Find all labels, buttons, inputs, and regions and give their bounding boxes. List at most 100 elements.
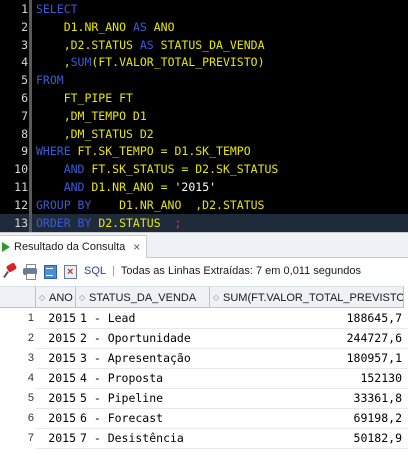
line-number: 11 <box>14 180 28 194</box>
sql-token: , <box>36 55 71 70</box>
gutter-marker <box>29 17 32 36</box>
pin-icon[interactable] <box>2 262 18 279</box>
code-text: ,SUM(FT.VALOR_TOTAL_PREVISTO) <box>36 53 265 71</box>
play-icon <box>2 242 10 252</box>
line-number: 1 <box>21 2 28 16</box>
line-number: 4 <box>21 55 28 70</box>
cell-total[interactable]: 180957,1 <box>212 348 402 368</box>
gutter-marker <box>29 160 32 179</box>
sort-icon[interactable]: ◇ <box>213 294 221 302</box>
sort-icon[interactable]: ◇ <box>39 294 47 302</box>
sql-button[interactable]: SQL <box>84 265 106 277</box>
cell-ano[interactable]: 2015 <box>42 388 76 408</box>
code-text: ORDER BY D2.STATUS ; <box>36 214 181 232</box>
sql-token: FT.SK_TEMPO = D1.SK_TEMPO <box>70 144 251 159</box>
cell-ano[interactable]: 2015 <box>42 348 76 368</box>
sql-token: ANO <box>146 19 175 34</box>
cell-status[interactable]: 5 - Pipeline <box>80 388 208 408</box>
cell-status[interactable]: 1 - Lead <box>80 308 208 328</box>
code-line[interactable]: 1 SELECT <box>0 0 408 18</box>
cell-status[interactable]: 7 - Desistência <box>80 428 208 448</box>
cell-ano[interactable]: 2015 <box>42 408 76 428</box>
cell-total[interactable]: 50182,9 <box>212 428 402 448</box>
cell-ano[interactable]: 2015 <box>42 428 76 448</box>
table-row[interactable]: 1 2015 1 - Lead 188645,7 <box>0 308 408 328</box>
export-icon[interactable] <box>42 263 58 279</box>
code-line[interactable]: 8 ,DM_STATUS D2 <box>0 124 408 143</box>
sql-keyword: SUM <box>70 55 92 70</box>
column-header-ano[interactable]: ◇ ANO <box>36 286 76 308</box>
cell-total[interactable]: 152130 <box>212 368 402 388</box>
cell-ano[interactable]: 2015 <box>42 308 76 328</box>
code-line[interactable]: 13 ORDER BY D2.STATUS ; <box>0 213 408 232</box>
sort-icon[interactable]: ◇ <box>79 294 87 302</box>
sql-editor[interactable]: 1 SELECT 2 D1.NR_ANO AS ANO 3 ,D2.STATUS AS… <box>0 0 408 232</box>
code-text: AND D1.NR_ANO = '2015' <box>36 178 216 196</box>
row-number: 5 <box>27 392 34 404</box>
sql-keyword: ORDER BY <box>36 215 92 230</box>
code-line[interactable]: 7 ,DM_TEMPO D1 <box>0 106 408 125</box>
cell-status[interactable]: 3 - Apresentação <box>80 348 208 368</box>
cell-total[interactable]: 33361,8 <box>212 388 402 408</box>
result-panel: Resultado da Consulta × × SQL | Todas as… <box>0 232 408 455</box>
line-number: 6 <box>21 91 28 105</box>
code-line[interactable]: 4 ,SUM(FT.VALOR_TOTAL_PREVISTO) <box>0 53 408 72</box>
cell-ano[interactable]: 2015 <box>42 368 76 388</box>
tab-query-result[interactable]: Resultado da Consulta × <box>0 235 148 258</box>
code-text: GROUP BY D1.NR_ANO ,D2.STATUS <box>36 196 264 214</box>
code-line[interactable]: 2 D1.NR_ANO AS ANO <box>0 17 408 36</box>
gutter-marker <box>29 142 32 161</box>
result-grid[interactable]: ◇ ANO ◇ STATUS_DA_VENDA ◇ SUM(FT.VALOR_TOTA… <box>0 286 408 455</box>
code-line[interactable]: 11 AND D1.NR_ANO = '2015' <box>0 178 408 196</box>
code-text: AND FT.SK_STATUS = D2.SK_STATUS <box>36 160 279 178</box>
close-tab-icon[interactable]: × <box>133 240 140 254</box>
gutter-marker <box>29 178 32 196</box>
code-text: D1.NR_ANO AS ANO <box>36 18 175 36</box>
sql-keyword: FROM <box>36 73 64 88</box>
code-line[interactable]: 3 ,D2.STATUS AS STATUS_DA_VENDA <box>0 35 408 54</box>
cell-total[interactable]: 244727,6 <box>212 328 402 348</box>
line-number: 2 <box>21 19 28 34</box>
table-row[interactable]: 2 2015 2 - Oportunidade 244727,6 <box>0 328 408 348</box>
gutter-marker <box>29 89 32 107</box>
row-number-header <box>0 286 36 308</box>
column-header-total[interactable]: ◇ SUM(FT.VALOR_TOTAL_PREVISTO) <box>210 286 404 308</box>
sql-token: D2.STATUS <box>91 215 175 230</box>
code-text: ,DM_STATUS D2 <box>36 125 154 143</box>
cell-status[interactable]: 6 - Forecast <box>80 408 208 428</box>
cell-status[interactable]: 4 - Proposta <box>80 368 208 388</box>
table-row[interactable]: 3 2015 3 - Apresentação 180957,1 <box>0 348 408 368</box>
table-row[interactable]: 7 2015 7 - Desistência 50182,9 <box>0 428 408 448</box>
code-text: ,DM_TEMPO D1 <box>36 107 147 125</box>
table-row[interactable]: 5 2015 5 - Pipeline 33361,8 <box>0 388 408 408</box>
row-number: 6 <box>27 412 34 424</box>
column-header-status[interactable]: ◇ STATUS_DA_VENDA <box>76 286 210 308</box>
cell-ano[interactable]: 2015 <box>42 328 76 348</box>
cell-total[interactable]: 188645,7 <box>212 308 402 328</box>
sql-keyword: AND <box>63 162 85 177</box>
gutter-marker <box>29 106 32 125</box>
code-line[interactable]: 6 FT_PIPE FT <box>0 89 408 107</box>
code-line[interactable]: 10 AND FT.SK_STATUS = D2.SK_STATUS <box>0 160 408 179</box>
print-icon[interactable] <box>22 263 38 280</box>
code-line[interactable]: 12 GROUP BY D1.NR_ANO ,D2.STATUS <box>0 195 408 214</box>
sql-token: '2015' <box>174 180 217 194</box>
code-text: ,D2.STATUS AS STATUS_DA_VENDA <box>36 36 265 54</box>
code-line[interactable]: 9 WHERE FT.SK_TEMPO = D1.SK_TEMPO <box>0 142 408 161</box>
code-line[interactable]: 5 FROM <box>0 71 408 90</box>
gutter-marker <box>29 0 32 18</box>
table-row[interactable]: 4 2015 4 - Proposta 152130 <box>0 368 408 388</box>
sql-token: D1.NR_ANO = <box>84 180 175 194</box>
cell-total[interactable]: 69198,2 <box>212 408 402 428</box>
delete-icon[interactable]: × <box>62 263 78 279</box>
cell-status[interactable]: 2 - Oportunidade <box>80 328 208 348</box>
sql-token: (FT.VALOR_TOTAL_PREVISTO) <box>91 55 265 70</box>
sql-token: ,DM_STATUS D2 <box>36 126 154 141</box>
sql-token: FT_PIPE FT <box>36 91 133 105</box>
sql-token: D1.NR_ANO ,D2.STATUS <box>91 197 265 212</box>
sql-keyword: AS <box>139 37 154 52</box>
sql-keyword: SELECT <box>36 2 78 16</box>
table-row[interactable]: 6 2015 6 - Forecast 69198,2 <box>0 408 408 428</box>
